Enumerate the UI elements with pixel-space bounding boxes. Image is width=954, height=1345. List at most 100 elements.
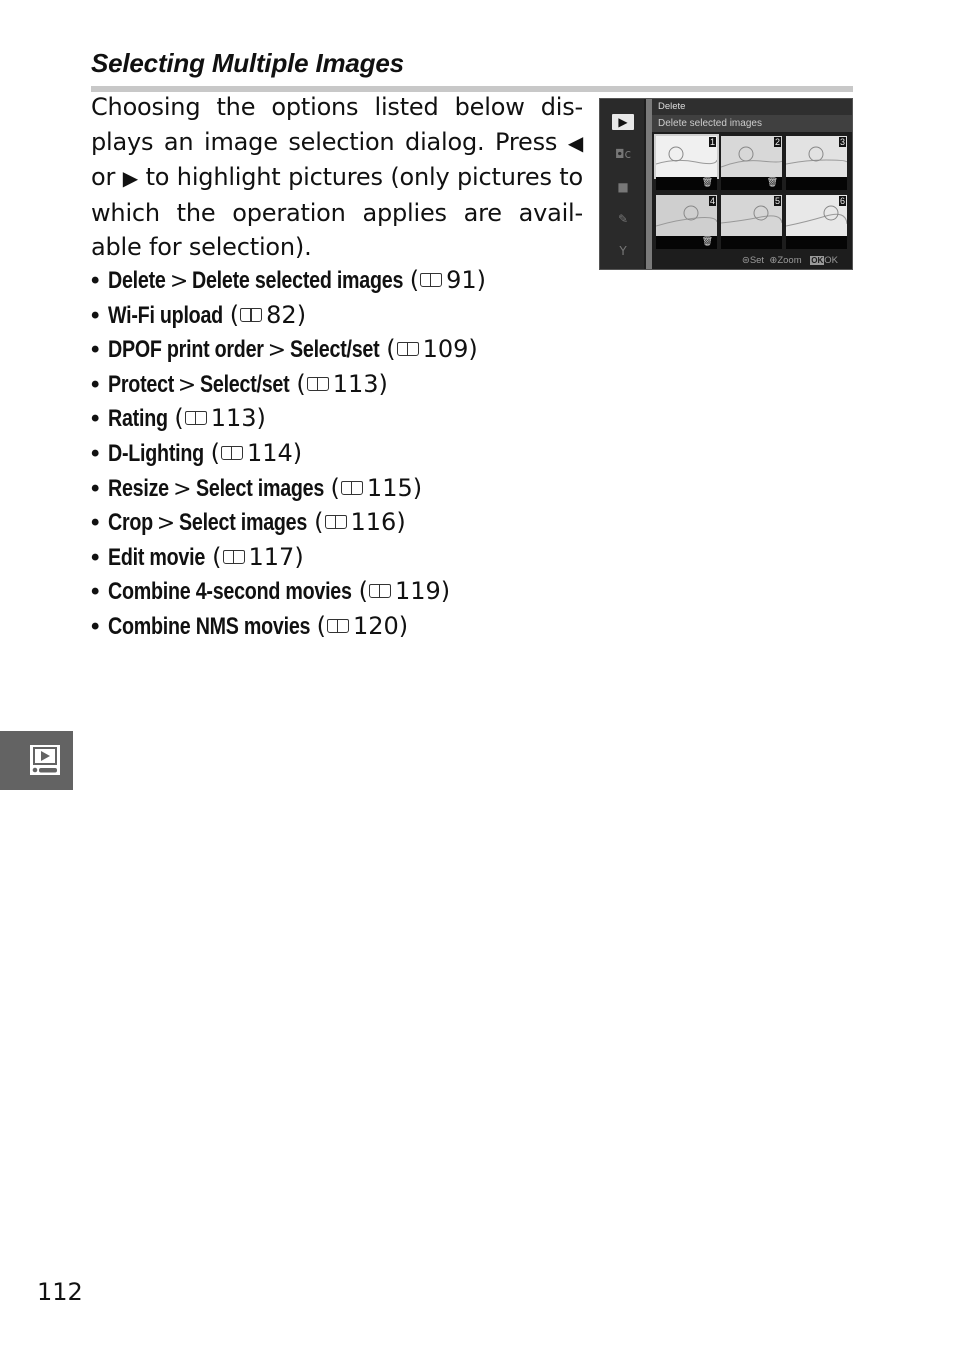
close-paren: ) <box>440 577 451 606</box>
option-item: • Rating (113) <box>91 401 486 436</box>
trash-icon: 🗑 <box>701 237 713 247</box>
thumbnail[interactable]: 5 <box>721 195 782 249</box>
bullet: • <box>91 578 100 606</box>
thumbnail-image <box>721 136 782 177</box>
page-reference: (114) <box>211 439 303 467</box>
thumbnail-number: 4 <box>708 196 716 206</box>
page-reference: (113) <box>174 404 266 432</box>
option-item: • Delete > Delete selected images (91) <box>91 263 486 298</box>
thumbnail-number: 1 <box>708 137 716 147</box>
menu-separator: > <box>177 372 197 398</box>
menu-separator: > <box>173 476 192 502</box>
book-icon <box>240 307 263 322</box>
page-ref-number: 117 <box>248 542 295 571</box>
option-item: • D-Lighting (114) <box>91 436 486 471</box>
page-reference: (113) <box>296 370 388 398</box>
book-icon <box>420 273 443 287</box>
thumbnail-status-bar <box>786 236 847 249</box>
page-reference: (109) <box>386 335 478 363</box>
page-ref-number: 119 <box>394 577 441 606</box>
bullet: • <box>91 509 100 537</box>
chapter-tab <box>0 731 73 790</box>
page-ref-number: 115 <box>366 473 413 502</box>
section-title: Selecting Multiple Images <box>91 48 404 78</box>
book-icon <box>340 480 363 495</box>
bullet: • <box>91 439 100 467</box>
playback-menu-icon <box>30 745 60 775</box>
thumbnail-image <box>721 195 782 236</box>
option-name: Edit movie <box>108 543 206 571</box>
open-paren: ( <box>386 335 396 364</box>
camera-screen-illustration: ▶ ◘c ■ ✎ Y Delete Delete selected images… <box>599 98 853 270</box>
trash-icon: 🗑 <box>701 178 713 188</box>
close-paren: ) <box>256 404 266 433</box>
book-icon <box>220 445 243 460</box>
thumbnail[interactable]: 3 <box>786 136 847 190</box>
book-icon <box>306 376 329 391</box>
option-name: Wi-Fi upload <box>108 301 223 329</box>
option-item: • Edit movie (117) <box>91 540 486 575</box>
close-paren: ) <box>468 335 478 364</box>
bullet: • <box>91 267 100 294</box>
option-item: • Wi-Fi upload (82) <box>91 298 486 333</box>
option-item: • Combine NMS movies (120) <box>91 609 486 644</box>
multi-selector-icon: ⊜ <box>741 255 750 266</box>
option-name: Resize <box>108 474 169 502</box>
close-paren: ) <box>476 266 487 294</box>
option-name: Protect <box>108 370 175 398</box>
open-paren: ( <box>210 438 220 467</box>
camera-settings-icon: ◘c <box>614 147 632 161</box>
thumbnail-number: 2 <box>773 137 781 147</box>
open-paren: ( <box>212 542 222 571</box>
thumbnail-number: 5 <box>773 196 781 206</box>
trash-icon: 🗑 <box>766 178 778 188</box>
close-paren: ) <box>378 369 388 398</box>
menu-separator: > <box>267 338 287 364</box>
thumbnail-image <box>654 134 719 179</box>
page-reference: (82) <box>230 301 306 329</box>
ok-button-icon: OK <box>810 256 825 265</box>
thumbnail-status-bar <box>786 177 847 190</box>
thumbnail[interactable]: 4 🗑 <box>656 195 717 249</box>
intro-text-3: to highlight pictures (only pictures to … <box>91 163 583 262</box>
option-item: • Resize > Select images (115) <box>91 471 486 506</box>
right-arrow-icon: ▶ <box>122 166 139 191</box>
thumbnail-drawing <box>786 205 847 227</box>
thumbnail-drawing <box>721 146 782 168</box>
open-paren: ( <box>358 577 368 606</box>
option-name: DPOF print order <box>108 336 264 364</box>
page-ref-number: 113 <box>332 369 379 398</box>
page-ref-number: 113 <box>210 404 257 433</box>
retouch-icon: ✎ <box>617 212 629 226</box>
option-submenu: Select images <box>195 474 324 502</box>
book-icon <box>396 342 419 357</box>
option-name: Combine 4-second movies <box>108 578 352 606</box>
bullet: • <box>91 543 100 571</box>
close-paren: ) <box>412 473 423 502</box>
thumbnail-drawing <box>786 146 847 165</box>
page-reference: (116) <box>314 508 406 536</box>
thumbnail-drawing <box>656 205 717 227</box>
bullet: • <box>91 612 100 640</box>
bullet: • <box>91 370 100 398</box>
thumbnail-status-bar <box>721 236 782 249</box>
intro-text-2: or <box>91 163 123 192</box>
open-paren: ( <box>409 266 420 294</box>
open-paren: ( <box>229 300 240 329</box>
book-icon <box>324 515 347 530</box>
zoom-hint: Zoom <box>777 255 802 266</box>
page-ref-number: 109 <box>422 335 469 364</box>
close-paren: ) <box>296 300 307 329</box>
page-number: 112 <box>37 1278 83 1306</box>
option-submenu: Select images <box>179 509 308 537</box>
thumbnail-number: 3 <box>838 137 846 147</box>
thumbnail-image <box>786 195 847 236</box>
movie-icon: ■ <box>617 180 629 194</box>
thumbnail[interactable]: 2 🗑 <box>721 136 782 190</box>
page-ref-number: 91 <box>446 266 477 294</box>
bullet: • <box>91 405 100 433</box>
thumbnail[interactable]: 1 🗑 <box>654 134 719 190</box>
thumbnail[interactable]: 6 <box>786 195 847 249</box>
open-paren: ( <box>330 473 340 502</box>
option-submenu: Select/set <box>290 336 380 364</box>
